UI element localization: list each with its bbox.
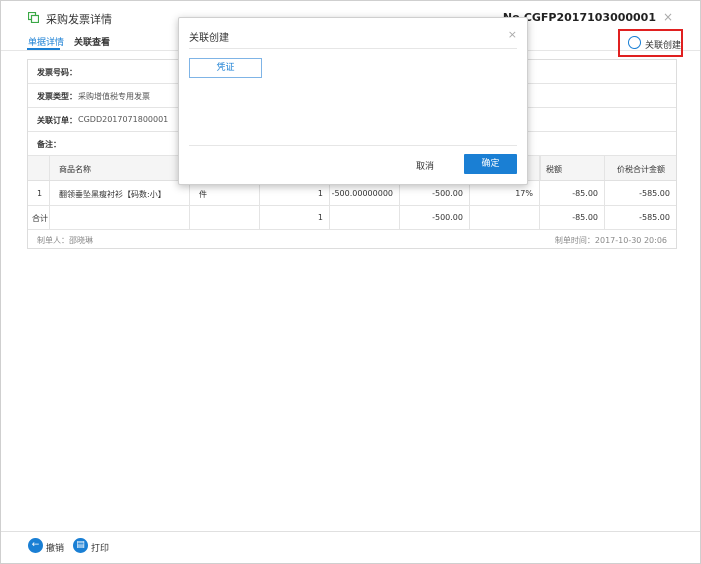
document-copy-icon — [28, 12, 39, 23]
table-total-row: 合计 1 -500.00 -85.00 -585.00 — [28, 205, 676, 230]
header-cell: 价税合计金额 — [617, 165, 665, 174]
field-value: 采购增值税专用发票 — [78, 92, 150, 101]
field-label: 备注： — [37, 140, 61, 149]
unit-price: -500.00000000 — [331, 189, 393, 198]
row-index: 1 — [37, 189, 43, 198]
arrow-left-icon: ← — [28, 538, 43, 553]
total-amount-sum: -500.00 — [432, 213, 463, 222]
dialog-divider — [189, 48, 517, 49]
amount: -500.00 — [432, 189, 463, 198]
tab-document-details[interactable]: 单据详情 — [28, 35, 64, 48]
voucher-option-button[interactable]: 凭证 — [189, 58, 262, 78]
dialog-title: 关联创建 — [189, 33, 229, 44]
field-label: 关联订单： — [37, 116, 77, 125]
confirm-button[interactable]: 确定 — [464, 154, 517, 174]
total-label: 合计 — [32, 214, 48, 223]
bottom-divider — [1, 531, 700, 532]
header-cell — [28, 156, 50, 180]
cancel-button[interactable]: 取消 — [416, 159, 434, 172]
dialog-close-icon[interactable]: × — [508, 28, 517, 41]
unit: 件 — [199, 190, 207, 199]
print-label: 打印 — [91, 544, 110, 554]
close-icon[interactable]: × — [663, 10, 673, 24]
print-button[interactable]: ▤ 打印 — [73, 538, 109, 554]
quantity: 1 — [317, 189, 323, 198]
field-label: 发票号码： — [37, 68, 77, 77]
total-amount: -585.00 — [639, 189, 670, 198]
link-create-button[interactable]: 关联创建 — [618, 29, 683, 57]
link-create-dialog: 关联创建 × 凭证 取消 确定 — [178, 17, 528, 185]
tax-rate: 17% — [515, 189, 533, 198]
header-cell: 税额 — [540, 156, 605, 180]
undo-label: 撤销 — [46, 544, 65, 554]
created-time: 制单时间：2017-10-30 20:06 — [554, 236, 667, 245]
undo-button[interactable]: ← 撤销 — [28, 538, 64, 554]
product-name: 翻领垂坠黑瘦衬衫【码数:小】 — [59, 190, 166, 199]
tab-related-view[interactable]: 关联查看 — [74, 35, 110, 48]
header-cell: 商品名称 — [50, 156, 190, 180]
field-label: 发票类型： — [37, 92, 77, 101]
printer-icon: ▤ — [73, 538, 88, 553]
tax-amount: -85.00 — [572, 189, 598, 198]
window: 采购发票详情 No.CGFP2017103000001 × 单据详情 关联查看 … — [0, 0, 701, 564]
grand-total: -585.00 — [639, 213, 670, 222]
total-tax-sum: -85.00 — [572, 213, 598, 222]
panel-footer: 制单人：邵晓琳 制单时间：2017-10-30 20:06 — [28, 228, 676, 249]
link-create-icon — [628, 36, 641, 49]
link-create-label: 关联创建 — [645, 41, 682, 51]
field-value: CGDD2017071800001 — [78, 115, 169, 124]
total-quantity: 1 — [317, 213, 323, 222]
page-title: 采购发票详情 — [46, 13, 112, 26]
maker-label: 制单人：邵晓琳 — [37, 236, 93, 245]
dialog-footer-divider — [189, 145, 517, 146]
